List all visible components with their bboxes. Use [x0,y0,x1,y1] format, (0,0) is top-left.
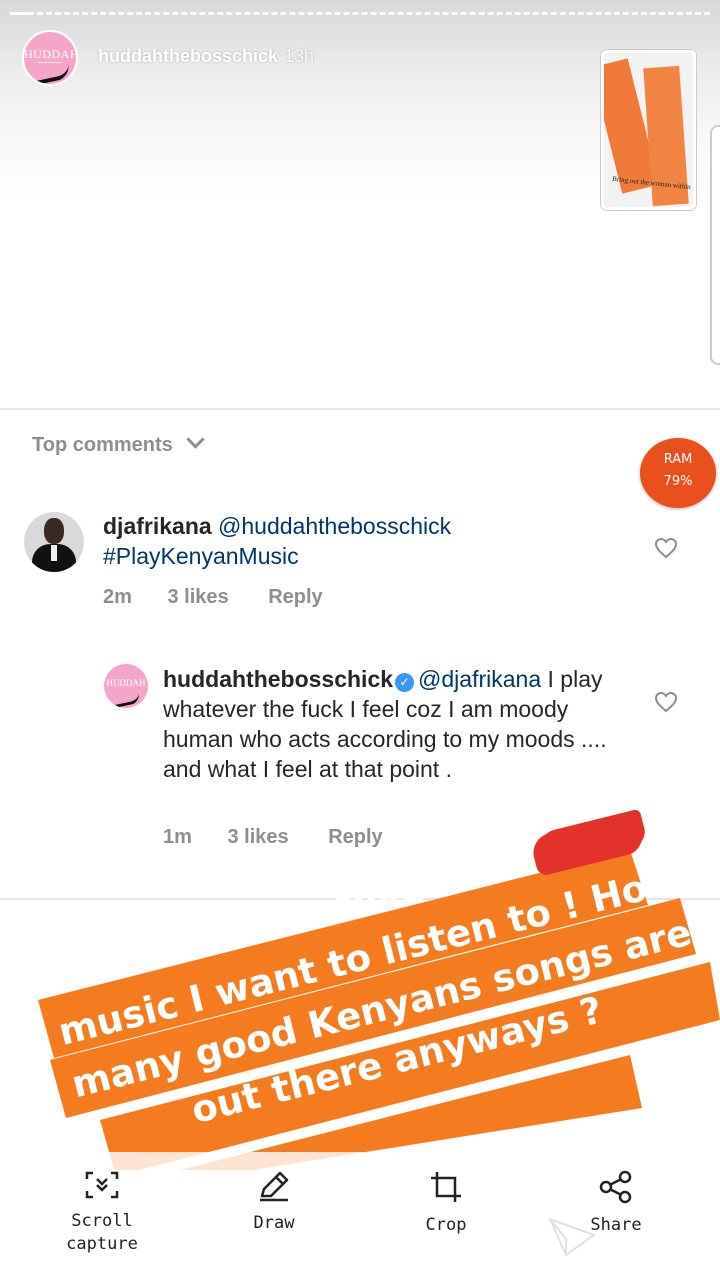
ram-value: 79% [663,474,693,489]
scroll-capture-label: capture [66,1234,138,1254]
story-avatar[interactable]: HUDDAH [22,30,78,86]
crop-button[interactable]: Crop [386,1170,506,1237]
draw-label: Draw [253,1213,295,1233]
scroll-capture-button[interactable]: Scroll capture [42,1170,162,1256]
crop-icon [431,1172,461,1202]
story-username[interactable]: huddahthebosschick [98,46,278,66]
comment: djafrikana @huddahthebosschick #PlayKeny… [103,511,623,571]
ram-widget[interactable]: RAM 79% [640,438,716,508]
comment-likes[interactable]: 3 likes [227,826,288,849]
draw-button[interactable]: Draw [214,1170,334,1235]
comment-time: 2m [103,586,132,608]
top-comments-label: Top comments [32,434,173,456]
reply-button[interactable]: Reply [268,586,322,609]
comment-username[interactable]: huddahthebosschick [163,666,393,692]
edge-panel-handle[interactable] [710,125,720,365]
story-progress-bar [10,12,710,15]
comment-reply: huddahthebosschick ✓ @djafrikana I play wh… [163,664,633,784]
heart-icon[interactable] [654,537,678,559]
comment-meta: 2m 3 likes Reply [103,586,323,609]
avatar[interactable]: HUDDAH [104,664,148,708]
avatar[interactable] [24,512,84,572]
story-username-row[interactable]: huddahthebosschick 13h [98,46,314,67]
story-time: 13h [284,46,315,66]
avatar-logo-swoosh [28,63,72,84]
top-comments-dropdown[interactable]: Top comments [32,430,205,457]
comment-mention[interactable]: @djafrikana [418,666,541,692]
comment-mention[interactable]: @huddahthebosschick [218,513,451,539]
avatar-logo-text: HUDDAH [106,678,146,688]
screenshot-toolbar: Scroll capture Draw Crop Share [0,1152,720,1280]
verified-icon: ✓ [395,673,415,692]
draw-icon [260,1171,289,1202]
send-icon [548,1217,596,1257]
avatar-logo-line [38,62,62,63]
comment-username[interactable]: djafrikana [103,513,212,539]
share-icon [599,1170,632,1204]
chevron-down-icon [186,430,205,449]
heart-icon[interactable] [654,691,678,713]
scroll-capture-label: Scroll [71,1211,133,1231]
ram-label: RAM [663,452,693,467]
story-post-thumbnail[interactable]: Bring out the woman within [601,50,696,210]
scroll-capture-icon [85,1171,119,1199]
comment-likes[interactable]: 3 likes [167,586,228,609]
crop-label: Crop [425,1215,467,1235]
reply-button[interactable]: Reply [328,826,382,849]
avatar-logo-text: HUDDAH [24,47,78,61]
comment-meta: 1m 3 likes Reply [163,826,383,849]
divider [0,408,720,410]
comment-time: 1m [163,826,192,848]
comment-hashtag[interactable]: #PlayKenyanMusic [103,543,299,569]
story-header: HUDDAH huddahthebosschick 13h Bring out t… [0,0,720,410]
story-progress-active [10,12,30,15]
